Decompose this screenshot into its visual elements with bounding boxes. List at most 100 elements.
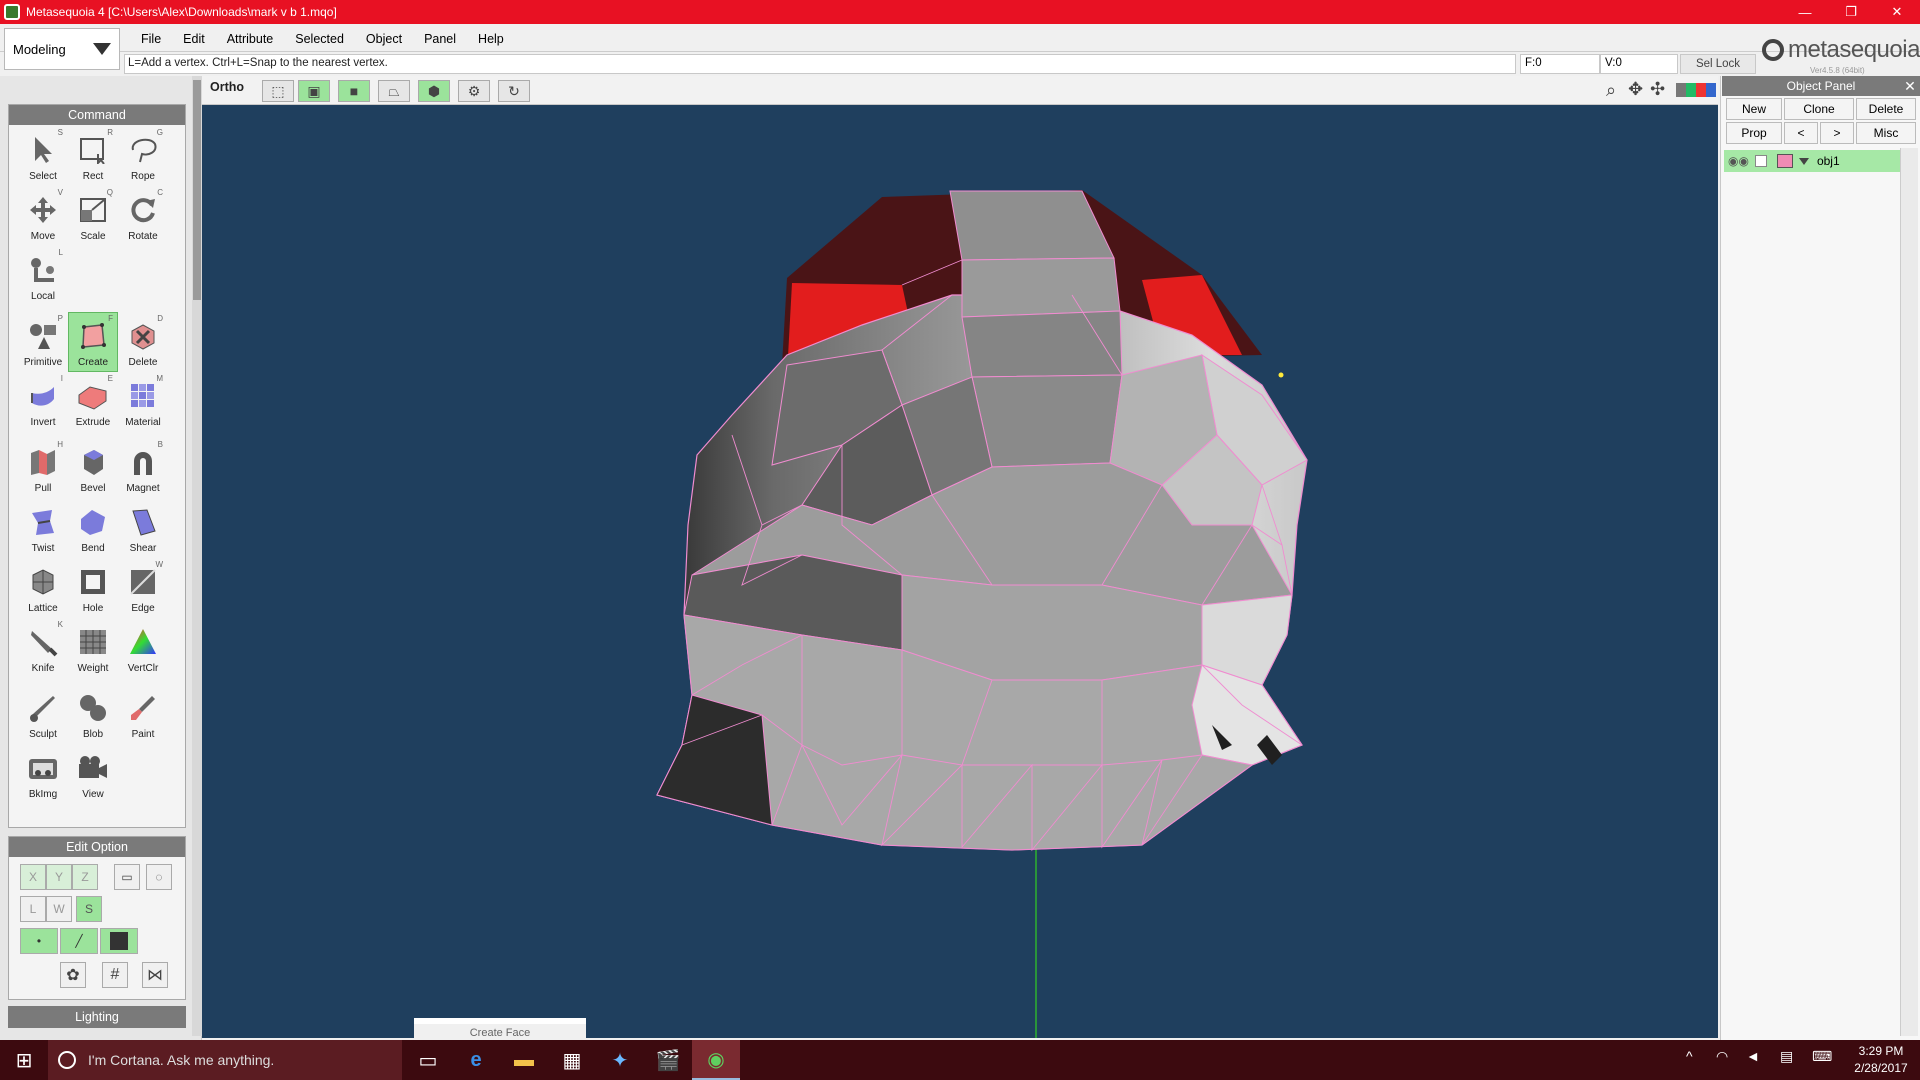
add-select-icon[interactable]: ▭ xyxy=(114,864,140,890)
tool-edge[interactable]: W Edge xyxy=(118,558,168,618)
tool-twist[interactable]: Twist xyxy=(18,498,68,558)
clone-object-button[interactable]: Clone xyxy=(1784,98,1854,120)
tool-lattice[interactable]: Lattice xyxy=(18,558,68,618)
face-mode-icon[interactable] xyxy=(100,928,138,954)
tool-create[interactable]: F Create xyxy=(68,312,118,372)
maximize-button[interactable]: ❐ xyxy=(1828,0,1874,24)
tool-weight[interactable]: Weight xyxy=(68,618,118,678)
layout-icon[interactable] xyxy=(1676,83,1716,97)
lighting-panel-title[interactable]: Lighting xyxy=(8,1006,186,1028)
tool-material[interactable]: M Material xyxy=(118,372,168,432)
tool-rect[interactable]: R Rect xyxy=(68,126,118,186)
3d-viewport[interactable] xyxy=(202,105,1718,1038)
tool-extrude[interactable]: E Extrude xyxy=(68,372,118,432)
tool-rotate[interactable]: C Rotate xyxy=(118,186,168,246)
tool-sculpt[interactable]: Sculpt xyxy=(18,684,68,744)
coord-world-toggle[interactable]: W xyxy=(46,896,72,922)
tool-hole[interactable]: Hole xyxy=(68,558,118,618)
tool-delete[interactable]: D Delete xyxy=(118,312,168,372)
edge-mode-icon[interactable]: ╱ xyxy=(60,928,98,954)
volume-icon[interactable]: ◄ xyxy=(1746,1048,1760,1064)
menu-attribute[interactable]: Attribute xyxy=(216,32,285,46)
coord-local-toggle[interactable]: L xyxy=(20,896,46,922)
windows-start-icon[interactable]: ⊞ xyxy=(0,1040,48,1080)
tool-select[interactable]: S Select xyxy=(18,126,68,186)
new-object-button[interactable]: New xyxy=(1726,98,1782,120)
metasequoia-taskbar-icon[interactable]: ◉ xyxy=(692,1040,740,1080)
sel-lock-button[interactable]: Sel Lock xyxy=(1680,54,1756,74)
projection-label[interactable]: Ortho xyxy=(210,80,244,94)
minimize-button[interactable]: — xyxy=(1782,0,1828,24)
perspective-icon[interactable]: ⏢ xyxy=(378,80,410,102)
menu-object[interactable]: Object xyxy=(355,32,413,46)
lock-checkbox[interactable] xyxy=(1754,155,1767,167)
tool-paint[interactable]: Paint xyxy=(118,684,168,744)
edge-browser-icon[interactable]: e xyxy=(452,1040,500,1080)
clock[interactable]: 3:29 PM 2/28/2017 xyxy=(1846,1043,1916,1077)
symmetry-icon[interactable]: ✿ xyxy=(60,962,86,988)
coord-screen-toggle[interactable]: S xyxy=(76,896,102,922)
menu-selected[interactable]: Selected xyxy=(284,32,355,46)
misc-button[interactable]: Misc xyxy=(1856,122,1916,144)
prev-object-button[interactable]: < xyxy=(1784,122,1818,144)
mirror-icon[interactable]: ⋈ xyxy=(142,962,168,988)
tool-move[interactable]: V Move xyxy=(18,186,68,246)
zoom-icon[interactable]: ⌕ xyxy=(1606,80,1616,101)
tool-blob[interactable]: Blob xyxy=(68,684,118,744)
solid-icon[interactable]: ■ xyxy=(338,80,370,102)
tool-knife[interactable]: K Knife xyxy=(18,618,68,678)
visibility-eye-icon[interactable]: ◉◉ xyxy=(1728,154,1749,168)
axis-x-toggle[interactable]: X xyxy=(20,864,46,890)
pan-icon[interactable]: ✥ xyxy=(1628,79,1643,100)
store-icon[interactable]: ▦ xyxy=(548,1040,596,1080)
object-list-scrollbar[interactable] xyxy=(1900,148,1918,1036)
menu-edit[interactable]: Edit xyxy=(172,32,216,46)
wifi-icon[interactable]: ◠ xyxy=(1716,1048,1728,1065)
rotate-view-icon[interactable]: ✣ xyxy=(1650,79,1665,100)
tool-primitive[interactable]: P Primitive xyxy=(18,312,68,372)
menu-panel[interactable]: Panel xyxy=(413,32,467,46)
object-color-swatch[interactable] xyxy=(1776,154,1793,168)
chevron-down-icon[interactable] xyxy=(1798,157,1809,165)
object-row[interactable]: ◉◉ obj1 xyxy=(1724,150,1900,172)
tool-view[interactable]: View xyxy=(68,744,118,804)
close-button[interactable]: ✕ xyxy=(1874,0,1920,24)
tool-bevel[interactable]: Bevel xyxy=(68,438,118,498)
task-view-icon[interactable]: ▭ xyxy=(404,1040,452,1080)
keyboard-icon[interactable]: ⌨ xyxy=(1812,1048,1832,1065)
tool-shear[interactable]: Shear xyxy=(118,498,168,558)
frame-icon[interactable]: ⬚ xyxy=(262,80,294,102)
delete-object-button[interactable]: Delete xyxy=(1856,98,1916,120)
tool-vertclr[interactable]: VertClr xyxy=(118,618,168,678)
left-scrollbar[interactable] xyxy=(192,76,202,1036)
axis-z-toggle[interactable]: Z xyxy=(72,864,98,890)
next-object-button[interactable]: > xyxy=(1820,122,1854,144)
tool-local[interactable]: L Local xyxy=(18,246,68,306)
grid-icon[interactable]: # xyxy=(102,962,128,988)
tool-bend[interactable]: Bend xyxy=(68,498,118,558)
tool-bkimg[interactable]: BkImg xyxy=(18,744,68,804)
cortana-search[interactable]: I'm Cortana. Ask me anything. xyxy=(48,1040,402,1080)
gear-icon[interactable]: ⚙ xyxy=(458,80,490,102)
scroll-thumb[interactable] xyxy=(193,80,201,300)
vertex-mode-icon[interactable]: • xyxy=(20,928,58,954)
menu-help[interactable]: Help xyxy=(467,32,515,46)
tray-chevron-icon[interactable]: ^ xyxy=(1686,1048,1693,1064)
file-explorer-icon[interactable]: ▬ xyxy=(500,1040,548,1080)
prop-button[interactable]: Prop xyxy=(1726,122,1782,144)
notification-icon[interactable]: ▤ xyxy=(1780,1048,1793,1065)
close-icon[interactable]: ✕ xyxy=(1900,76,1920,96)
tool-invert[interactable]: I Invert xyxy=(18,372,68,432)
tool-magnet[interactable]: B Magnet xyxy=(118,438,168,498)
menu-file[interactable]: File xyxy=(130,32,172,46)
tool-rope[interactable]: G Rope xyxy=(118,126,168,186)
add-lasso-icon[interactable]: ◌ xyxy=(146,864,172,890)
tool-pull[interactable]: H Pull xyxy=(18,438,68,498)
tool-scale[interactable]: Q Scale xyxy=(68,186,118,246)
wireframe-icon[interactable]: ▣ xyxy=(298,80,330,102)
refresh-icon[interactable]: ↻ xyxy=(498,80,530,102)
cube-view-icon[interactable]: ⬢ xyxy=(418,80,450,102)
clapper-icon[interactable]: 🎬 xyxy=(644,1040,692,1080)
mode-dropdown[interactable]: Modeling xyxy=(4,28,120,70)
network-app-icon[interactable]: ✦ xyxy=(596,1040,644,1080)
